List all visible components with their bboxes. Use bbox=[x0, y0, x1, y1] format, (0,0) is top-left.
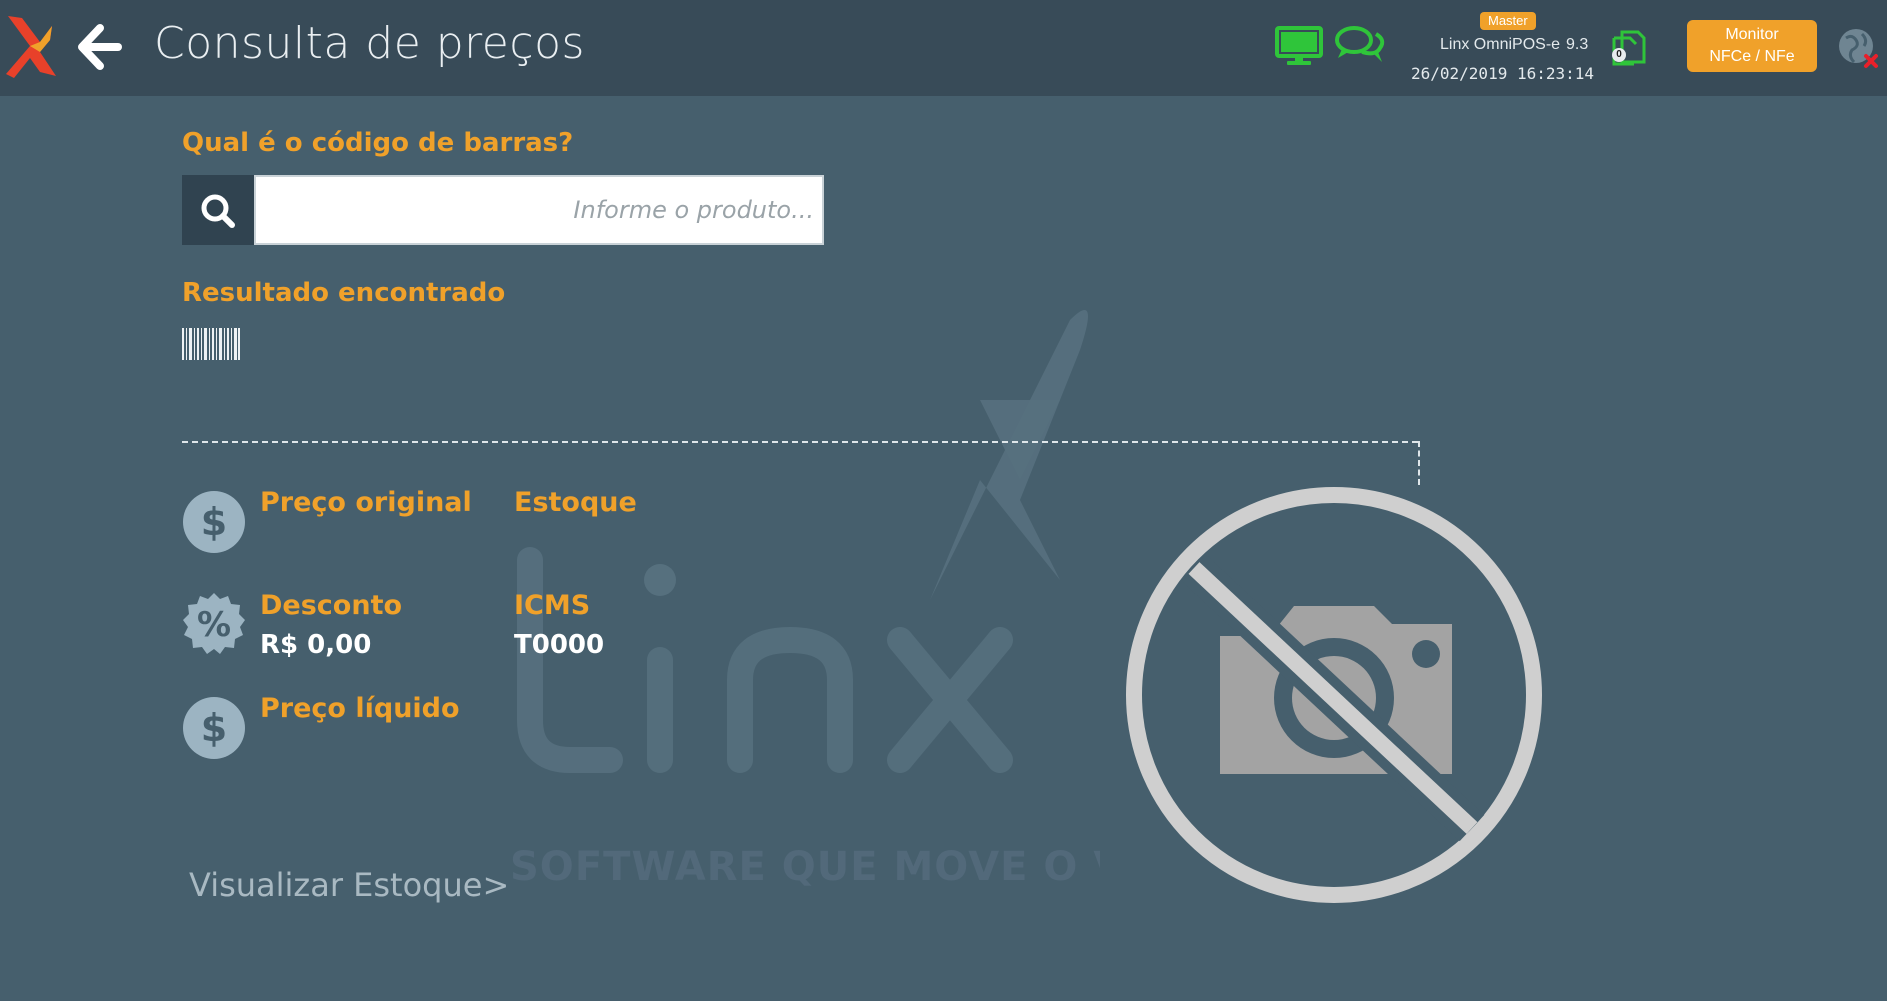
chat-icon[interactable] bbox=[1334, 24, 1386, 66]
barcode-question-label: Qual é o código de barras? bbox=[182, 128, 574, 158]
monitor-nfce-nfe-button[interactable]: Monitor NFCe / NFe bbox=[1687, 20, 1817, 72]
svg-text:$: $ bbox=[201, 500, 227, 544]
original-price-label: Preço original bbox=[260, 487, 472, 518]
dollar-icon: $ bbox=[183, 491, 245, 553]
discount-value: R$ 0,00 bbox=[260, 630, 372, 660]
net-price-label: Preço líquido bbox=[260, 693, 460, 724]
stock-label: Estoque bbox=[514, 487, 637, 518]
monitor-icon[interactable] bbox=[1275, 26, 1323, 66]
section-divider bbox=[182, 441, 1418, 443]
svg-text:$: $ bbox=[201, 706, 227, 750]
section-divider-vertical bbox=[1418, 441, 1420, 485]
datetime: 26/02/2019 16:23:14 bbox=[1411, 64, 1595, 83]
top-bar: Consulta de preços Master Linx OmniPOS-e… bbox=[0, 0, 1887, 96]
dollar-icon: $ bbox=[183, 697, 245, 759]
svg-text:%: % bbox=[197, 605, 231, 645]
icms-value: T0000 bbox=[514, 630, 605, 660]
monitor-button-line2: NFCe / NFe bbox=[1709, 48, 1795, 65]
result-found-label: Resultado encontrado bbox=[182, 278, 506, 308]
icms-label: ICMS bbox=[514, 590, 591, 621]
search-box bbox=[182, 175, 824, 245]
percent-badge-icon: % bbox=[183, 593, 245, 654]
back-arrow-icon[interactable] bbox=[76, 24, 122, 70]
svg-text:SOFTWARE QUE MOVE O VAREJO: SOFTWARE QUE MOVE O VAREJO bbox=[510, 844, 1100, 890]
no-image-icon bbox=[1126, 487, 1542, 903]
app-name: Linx OmniPOS-e bbox=[1440, 36, 1561, 53]
app-version: 9.3 bbox=[1566, 36, 1589, 53]
search-button[interactable] bbox=[182, 175, 254, 245]
master-badge: Master bbox=[1480, 12, 1536, 30]
linx-logo-icon bbox=[6, 16, 56, 78]
view-stock-link[interactable]: Visualizar Estoque> bbox=[189, 866, 509, 904]
barcode-icon bbox=[182, 328, 240, 360]
barcode-search-input[interactable] bbox=[254, 175, 824, 245]
discount-label: Desconto bbox=[260, 590, 403, 621]
search-icon bbox=[201, 194, 235, 228]
page-title: Consulta de preços bbox=[154, 18, 585, 69]
monitor-button-line1: Monitor bbox=[1725, 26, 1779, 43]
globe-offline-icon[interactable] bbox=[1836, 26, 1880, 70]
documents-count-badge: 0 bbox=[1612, 48, 1626, 62]
